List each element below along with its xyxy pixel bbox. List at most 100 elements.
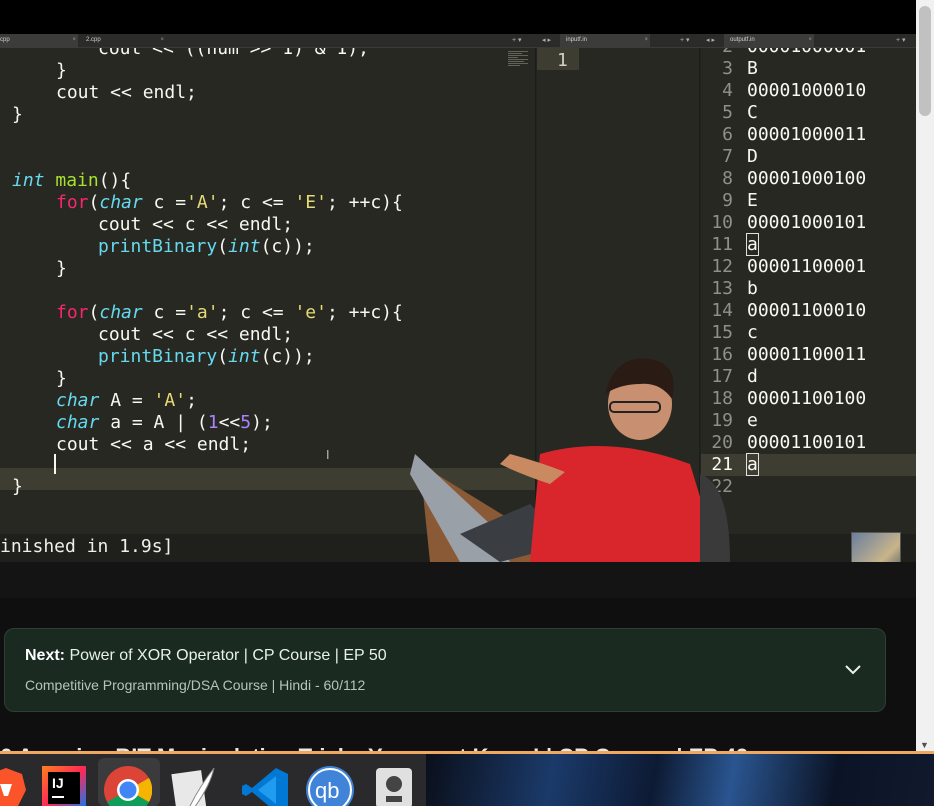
output-text: 00001100101 [747, 432, 867, 453]
output-line: 8 00001000100 [701, 168, 866, 190]
line-number: 3 [722, 58, 733, 79]
page-scrollbar[interactable]: ▼ [916, 0, 934, 754]
output-text: a [746, 233, 759, 256]
output-text: C [747, 102, 758, 123]
close-icon[interactable]: × [72, 37, 76, 43]
line-number: 6 [722, 124, 733, 145]
code-line: } [56, 258, 67, 279]
minimap[interactable] [508, 50, 528, 80]
build-status-text: inished in 1.9s] [0, 536, 174, 557]
output-text: a [746, 453, 759, 476]
thumbnail-image [851, 532, 901, 562]
close-icon[interactable]: × [160, 37, 164, 43]
intellij-icon[interactable]: IJ [42, 766, 90, 806]
tab-2-cpp[interactable]: 2.cpp × [82, 34, 166, 48]
line-number: 8 [722, 168, 733, 189]
close-icon[interactable]: × [808, 37, 812, 43]
line-number: 4 [722, 80, 733, 101]
qbittorrent-label: qb [315, 778, 339, 803]
player-bottom-band [0, 562, 916, 598]
output-text: D [747, 146, 758, 167]
code-line: } [12, 476, 23, 497]
output-line: 7D [701, 146, 758, 168]
line-number: 2 [701, 48, 733, 57]
code-line: cout << ((num >> 1) & 1); [98, 48, 369, 59]
output-line: 12 00001100001 [701, 256, 866, 278]
output-line: 10 00001000101 [701, 212, 866, 234]
line-number: 15 [711, 322, 733, 343]
code-line: cout << a << endl; [56, 434, 252, 455]
quill-icon[interactable] [170, 766, 218, 806]
output-line: 13 b [701, 278, 758, 300]
scroll-down-arrow-icon[interactable]: ▼ [920, 740, 929, 750]
code-line: } [56, 60, 67, 81]
page-scrollbar-thumb[interactable] [919, 6, 931, 116]
output-text: B [747, 58, 758, 79]
code-line: } [12, 104, 23, 125]
video-player[interactable]: cpp × 2.cpp × + ▾ ◂ ▸ inputf.in × + ▾ ◂ … [0, 34, 916, 562]
output-line: 3B [701, 58, 758, 80]
code-line: int main(){ [12, 170, 132, 191]
next-video-title[interactable]: Next: Power of XOR Operator | CP Course … [25, 647, 387, 665]
tab-cpp[interactable]: cpp × [0, 34, 78, 48]
close-icon[interactable]: × [644, 37, 648, 43]
output-text: 00001100011 [747, 344, 867, 365]
code-line: for(char c ='A'; c <= 'E'; ++c){ [56, 192, 403, 213]
tab-nav-icon[interactable]: ◂ ▸ [706, 36, 715, 44]
code-line: char a = A | (1<<5); [56, 412, 273, 433]
output-text: 00001000101 [747, 212, 867, 233]
output-text: 00001100010 [747, 300, 867, 321]
tab-inputf[interactable]: inputf.in × [560, 34, 650, 48]
tab-label: outputf.in [730, 37, 755, 43]
tab-outputf[interactable]: outputf.in × [724, 34, 814, 48]
vscode-icon[interactable] [242, 766, 290, 806]
line-number: 9 [722, 190, 733, 211]
tab-menu-icon[interactable]: + ▾ [896, 36, 906, 44]
line-number: 14 [711, 300, 733, 321]
output-text: 00001000100 [747, 168, 867, 189]
code-line: cout << c << endl; [98, 214, 294, 235]
output-line: 6 00001000011 [701, 124, 866, 146]
line-number: 12 [711, 256, 733, 277]
output-text: e [747, 410, 758, 431]
output-line: 2 00001000001 [701, 48, 866, 58]
taskbar: IJ qb [0, 754, 934, 806]
tab-menu-icon[interactable]: + ▾ [512, 36, 522, 44]
app-icon[interactable] [374, 766, 422, 806]
tab-nav-icon[interactable]: ◂ ▸ [542, 36, 551, 44]
top-black-bar [0, 0, 916, 34]
output-line: 11 a [701, 233, 759, 256]
next-video-card[interactable]: Next: Power of XOR Operator | CP Course … [4, 628, 886, 712]
line-number: 1 [557, 50, 568, 71]
code-line: } [56, 368, 67, 389]
line-number: 10 [711, 212, 733, 233]
line-number: 11 [711, 234, 733, 255]
output-text: 00001000010 [747, 80, 867, 101]
code-line: printBinary(int(c)); [98, 346, 315, 367]
desktop-wallpaper [426, 754, 934, 806]
output-line: 4 00001000010 [701, 80, 866, 102]
presenter-webcam-overlay [410, 358, 730, 562]
line-number: 5 [722, 102, 733, 123]
editor-tab-bar: cpp × 2.cpp × + ▾ ◂ ▸ inputf.in × + ▾ ◂ … [0, 34, 916, 48]
tab-label: inputf.in [566, 37, 588, 43]
output-text: 00001100001 [747, 256, 867, 277]
text-caret [54, 454, 56, 474]
qbittorrent-icon[interactable]: qb [306, 766, 354, 806]
code-line: char A = 'A'; [56, 390, 197, 411]
code-text[interactable]: cout << ((num >> 1) & 1); } cout << endl… [12, 48, 403, 497]
chevron-down-icon[interactable] [843, 659, 863, 679]
chrome-icon[interactable] [104, 766, 152, 806]
output-line: 14 00001100010 [701, 300, 866, 322]
output-line: 15 c [701, 322, 758, 344]
tab-label: cpp [0, 37, 10, 43]
tab-menu-icon[interactable]: + ▾ [680, 36, 690, 44]
intellij-label: IJ [52, 775, 64, 791]
playlist-subtitle: Competitive Programming/DSA Course | Hin… [25, 677, 366, 693]
brave-icon[interactable] [0, 766, 30, 806]
ibeam-cursor-icon: I [326, 448, 330, 462]
code-line: cout << c << endl; [98, 324, 294, 345]
line-number: 7 [722, 146, 733, 167]
code-line: for(char c ='a'; c <= 'e'; ++c){ [56, 302, 403, 323]
output-line: 9E [701, 190, 758, 212]
